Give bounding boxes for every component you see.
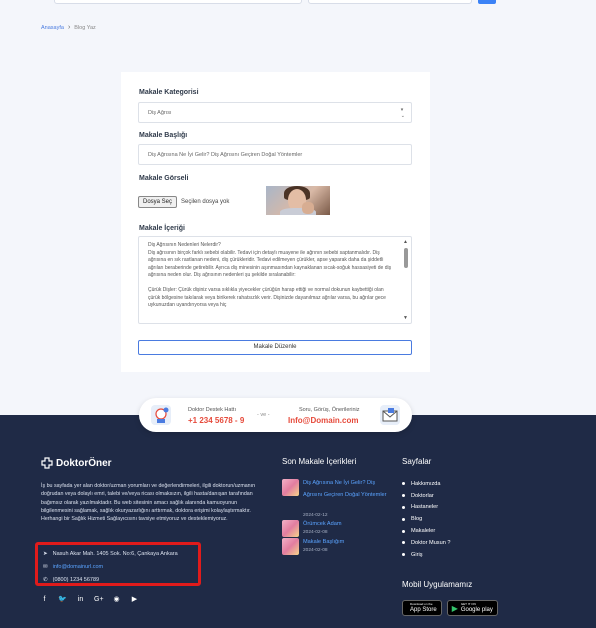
recent-article-date: 2024-02-08 <box>303 548 328 553</box>
content-paragraph-2: Çürük Dişler: Çürük dişiniz varsa sıklık… <box>148 286 386 309</box>
file-status: Seçilen dosya yok <box>181 199 230 205</box>
footer-about-text: İş bu sayfada yer alan doktor/uzman yoru… <box>41 483 256 523</box>
category-label: Makale Kategorisi <box>139 89 199 96</box>
breadcrumb-home-link[interactable]: Anasayfa <box>41 25 64 31</box>
footer-logo[interactable]: DoktorÖner <box>41 457 112 469</box>
file-input[interactable]: Dosya Seç Seçilen dosya yok <box>138 196 229 208</box>
mail-envelope-icon <box>380 405 400 425</box>
scroll-down-icon[interactable]: ▼ <box>403 315 408 323</box>
google-play-badge[interactable]: ▶ GET IT ON Google play <box>446 600 498 616</box>
title-input-value: Diş Ağrısına Ne İyi Gelir? Diş Ağrısını … <box>148 152 303 158</box>
breadcrumb: Anasayfa › Blog Yaz <box>41 24 96 31</box>
breadcrumb-current: Blog Yaz <box>74 24 96 31</box>
image-label: Makale Görseli <box>139 175 189 182</box>
brand-cross-icon <box>41 457 53 469</box>
select-caret-icon: ▾ ⌄ <box>400 107 405 119</box>
top-search-input[interactable] <box>54 0 302 4</box>
recent-articles-title: Son Makale İçerikleri <box>282 457 357 466</box>
contact-highlight-box <box>35 542 201 586</box>
content-textarea[interactable]: Diş Ağrısının Nedenleri Nelerdir? Diş ağ… <box>138 236 412 324</box>
title-input[interactable]: Diş Ağrısına Ne İyi Gelir? Diş Ağrısını … <box>138 144 412 165</box>
textarea-scrollbar[interactable]: ▲ ▼ <box>402 238 410 323</box>
recent-article-title[interactable]: Makale Başlığım <box>303 536 344 548</box>
content-heading: Diş Ağrısının Nedenleri Nelerdir? <box>148 242 221 248</box>
twitter-icon[interactable]: 🐦 <box>58 595 67 603</box>
footer-pages-list: Hakkımızda Doktorlar Hastaneler Blog Mak… <box>402 478 450 561</box>
file-choose-button[interactable]: Dosya Seç <box>138 196 178 208</box>
article-form-card: Makale Kategorisi Diş Ağrısı ▾ ⌄ Makale B… <box>121 72 430 372</box>
footer-link-login[interactable]: Giriş <box>402 549 450 561</box>
recent-article-thumbnail <box>282 520 299 537</box>
app-store-big-text: App Store <box>410 606 437 613</box>
content-label: Makale İçeriği <box>139 225 185 232</box>
footer-link-blog[interactable]: Blog <box>402 513 450 525</box>
recent-article-title[interactable]: Diş Ağrısına Ne İyi Gelir? Diş Ağrısını … <box>303 477 389 501</box>
brand-name: DoktorÖner <box>56 457 112 469</box>
scroll-up-icon[interactable]: ▲ <box>403 239 408 247</box>
social-links: f 🐦 in G+ ◉ ▶ <box>40 595 139 604</box>
content-paragraph-1: Diş ağrısının birçok farklı sebebi olabi… <box>148 249 392 279</box>
mail-label: Soru, Görüş, Önerileriniz <box>299 407 360 413</box>
mail-link[interactable]: Info@Domain.com <box>288 416 358 425</box>
google-plus-icon[interactable]: G+ <box>94 596 104 603</box>
category-select-value: Diş Ağrısı <box>148 110 172 116</box>
footer-link-articles[interactable]: Makaleler <box>402 525 450 537</box>
facebook-icon[interactable]: f <box>40 596 49 603</box>
recent-article-2[interactable]: Örümcek Adam 2024-02-08 <box>282 518 392 537</box>
google-play-icon: ▶ <box>451 603 458 613</box>
article-image-preview <box>266 186 330 215</box>
recent-article-date: 2024-02-08 <box>303 530 328 535</box>
edit-article-button[interactable]: Makale Düzenle <box>138 340 412 355</box>
top-search-button[interactable] <box>478 0 496 4</box>
recent-article-3[interactable]: Makale Başlığım 2024-02-08 <box>282 536 392 555</box>
scrollbar-thumb[interactable] <box>404 248 408 268</box>
mobile-app-title: Mobil Uygulamamız <box>402 580 473 589</box>
linkedin-icon[interactable]: in <box>76 596 85 603</box>
top-search-strip <box>0 0 596 6</box>
top-location-input[interactable] <box>308 0 472 4</box>
recent-article-thumbnail <box>282 538 299 555</box>
contact-separator: - ve - <box>257 412 270 418</box>
contact-bar: Doktor Destek Hattı +1 234 5678 - 9 - ve… <box>139 398 412 432</box>
hotline-number[interactable]: +1 234 5678 - 9 <box>188 416 244 425</box>
footer-link-doctors[interactable]: Doktorlar <box>402 490 450 502</box>
title-label: Makale Başlığı <box>139 132 188 139</box>
app-store-badges: Download on the App Store ▶ GET IT ON Goog… <box>402 600 498 616</box>
footer-link-about[interactable]: Hakkımızda <box>402 478 450 490</box>
app-store-badge[interactable]: Download on the App Store <box>402 600 442 616</box>
rss-icon[interactable]: ◉ <box>112 595 121 603</box>
category-select[interactable]: Diş Ağrısı ▾ ⌄ <box>138 102 412 123</box>
doctor-support-icon <box>151 405 171 425</box>
youtube-icon[interactable]: ▶ <box>130 595 139 603</box>
hotline-label: Doktor Destek Hattı <box>188 407 236 413</box>
footer-link-hospitals[interactable]: Hastaneler <box>402 502 450 514</box>
recent-article-thumbnail <box>282 479 299 496</box>
recent-article-title[interactable]: Örümcek Adam <box>303 518 342 530</box>
chevron-right-icon: › <box>67 24 71 31</box>
pages-title: Sayfalar <box>402 457 432 466</box>
footer-link-are-you-doctor[interactable]: Doktor Musun ? <box>402 537 450 549</box>
google-play-big-text: Google play <box>460 606 493 613</box>
